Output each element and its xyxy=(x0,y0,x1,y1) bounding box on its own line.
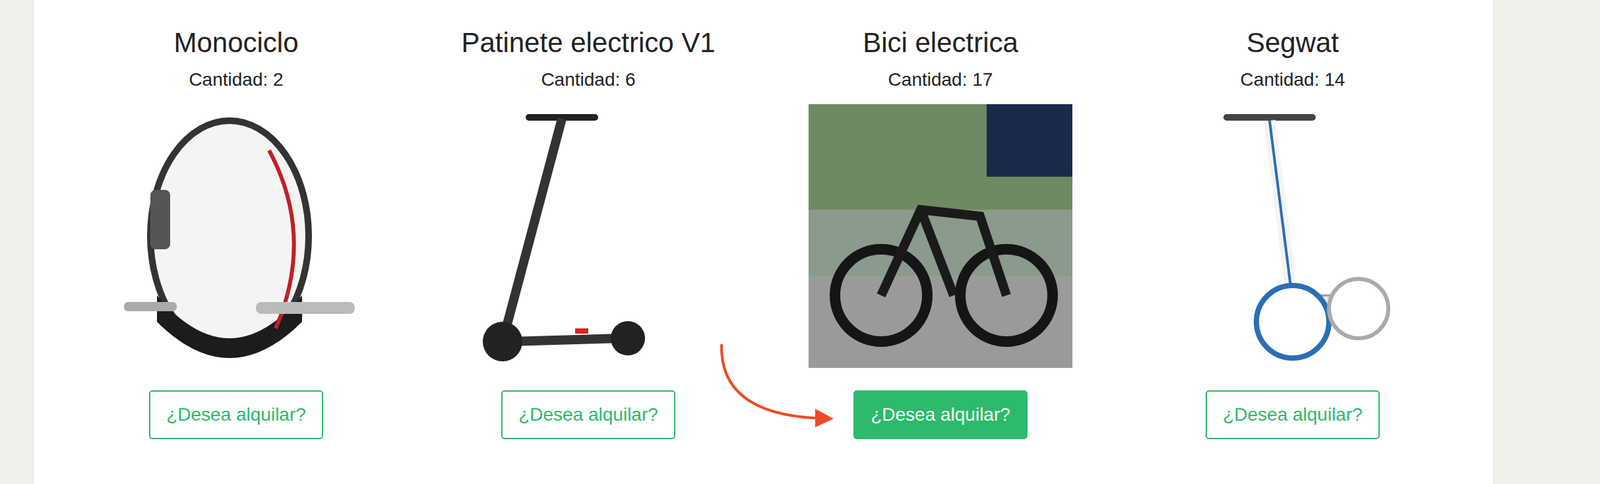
product-photo xyxy=(104,104,369,369)
rent-button[interactable]: ¿Desea alquilar? xyxy=(501,390,676,440)
monowheel-icon xyxy=(104,104,369,369)
segway-icon xyxy=(1160,104,1425,369)
product-title: Patinete electrico V1 xyxy=(461,26,715,60)
ebike-photo-icon xyxy=(808,104,1073,369)
product-photo xyxy=(456,104,721,369)
scooter-icon xyxy=(456,104,721,369)
rent-button[interactable]: ¿Desea alquilar? xyxy=(149,390,324,440)
page: MonocicloCantidad: 2¿Desea alquilar?Pati… xyxy=(0,0,1600,484)
product-title: Segwat xyxy=(1246,26,1339,60)
product-card: Segwat Cantidad: 14 ¿Desea alquilar? xyxy=(1116,26,1469,440)
rent-button[interactable]: ¿Desea alquilar? xyxy=(1205,390,1380,440)
annotation-arrow-icon xyxy=(716,340,849,433)
product-list: MonocicloCantidad: 2¿Desea alquilar?Pati… xyxy=(32,0,1494,484)
product-title: Bici electrica xyxy=(862,26,1019,60)
product-quantity: Cantidad: 6 xyxy=(540,68,636,92)
product-title: Monociclo xyxy=(173,26,299,60)
product-card: Patinete electrico V1 Cantidad: 6 ¿Desea a… xyxy=(412,26,765,440)
product-quantity: Cantidad: 14 xyxy=(1240,68,1346,92)
product-card: Bici electrica Cantidad: 17 ¿Desea alquila… xyxy=(764,26,1117,440)
product-card: Monociclo Cantidad: 2 ¿Desea alquilar? xyxy=(60,26,413,440)
product-photo xyxy=(808,104,1073,369)
product-photo xyxy=(1160,104,1425,369)
rent-button[interactable]: ¿Desea alquilar? xyxy=(853,390,1028,440)
product-quantity: Cantidad: 17 xyxy=(888,68,994,92)
product-quantity: Cantidad: 2 xyxy=(188,68,283,92)
